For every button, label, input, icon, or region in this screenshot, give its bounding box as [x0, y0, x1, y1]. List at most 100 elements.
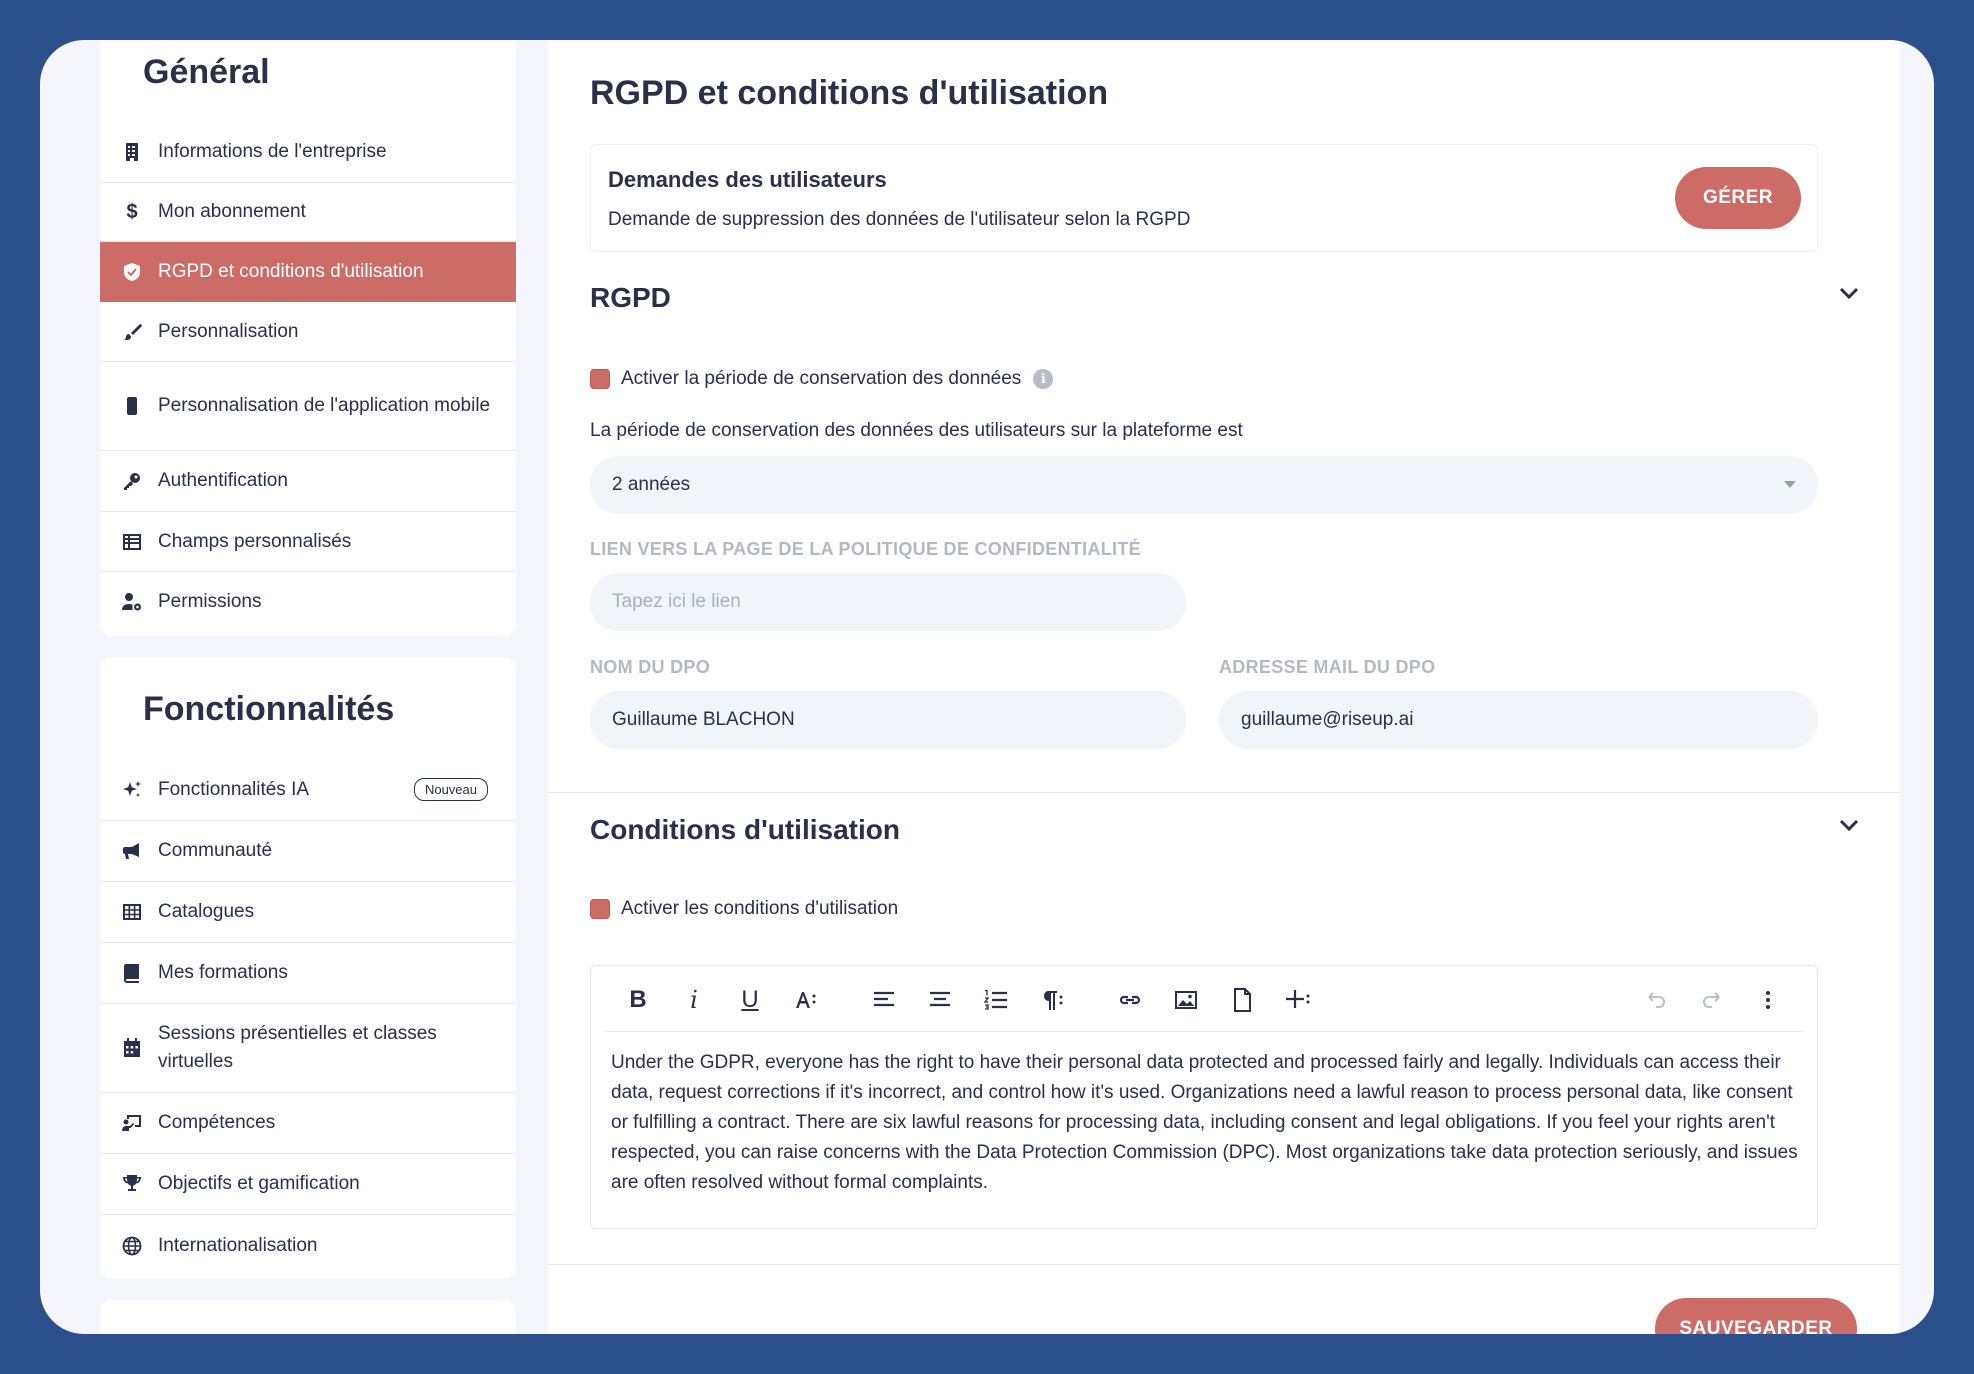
sidebar-item-gdpr[interactable]: RGPD et conditions d'utilisation — [100, 242, 516, 302]
globe-icon — [120, 1234, 144, 1258]
section-divider — [548, 792, 1900, 793]
sidebar-item-label: Objectifs et gamification — [158, 1173, 360, 1194]
sidebar-item-skills[interactable]: Compétences — [100, 1093, 516, 1154]
sidebar-item-catalogs[interactable]: Catalogues — [100, 882, 516, 943]
retention-period-value: 2 années — [612, 474, 691, 495]
sidebar-item-company-info[interactable]: Informations de l'entreprise — [100, 122, 516, 183]
undo-icon[interactable] — [1639, 983, 1673, 1017]
mobile-icon — [120, 394, 144, 418]
sidebar-item-label: Fonctionnalités IA — [158, 778, 310, 800]
retention-checkbox[interactable] — [590, 369, 610, 389]
new-badge: Nouveau — [413, 778, 488, 801]
sparkles-icon — [120, 778, 144, 802]
image-icon[interactable] — [1169, 983, 1203, 1017]
sidebar-item-subscription[interactable]: $ Mon abonnement — [100, 183, 516, 242]
sidebar-general-title: Général — [143, 53, 270, 91]
retention-period-select[interactable]: 2 années — [590, 456, 1818, 514]
sidebar-general-card: Général Informations de l'entreprise $ M… — [100, 40, 516, 636]
megaphone-icon — [120, 839, 144, 863]
font-size-icon[interactable] — [789, 983, 823, 1017]
sidebar-item-authentication[interactable]: Authentification — [100, 451, 516, 512]
sidebar-item-my-trainings[interactable]: Mes formations — [100, 943, 516, 1004]
caret-down-icon — [1784, 481, 1796, 488]
user-gear-icon — [120, 590, 144, 614]
align-left-icon[interactable] — [867, 983, 901, 1017]
rgpd-section-title: RGPD — [590, 282, 671, 313]
editor-toolbar: B i U — [605, 966, 1803, 1032]
sidebar-item-ai-features[interactable]: Fonctionnalités IA Nouveau — [100, 759, 516, 821]
link-icon[interactable] — [1113, 983, 1147, 1017]
save-button[interactable]: SAUVEGARDER — [1655, 1298, 1857, 1334]
sidebar-item-goals-gamification[interactable]: Objectifs et gamification — [100, 1154, 516, 1215]
sidebar-item-community[interactable]: Communauté — [100, 821, 516, 882]
dpo-name-value: Guillaume BLACHON — [612, 709, 795, 730]
policy-link-placeholder: Tapez ici le lien — [612, 591, 741, 612]
sidebar-item-permissions[interactable]: Permissions — [100, 572, 516, 632]
user-requests-description: Demande de suppression des données de l'… — [608, 209, 1191, 230]
shield-icon — [120, 260, 144, 284]
info-icon[interactable]: i — [1033, 369, 1054, 389]
sidebar-features-card: Fonctionnalités Fonctionnalités IA Nouve… — [100, 657, 516, 1279]
underline-button[interactable]: U — [733, 983, 767, 1017]
italic-button[interactable]: i — [677, 983, 711, 1017]
dpo-email-input[interactable]: guillaume@riseup.ai — [1219, 691, 1818, 749]
sidebar-item-sessions[interactable]: Sessions présentielles et classes virtue… — [100, 1004, 516, 1093]
terms-checkbox-label: Activer les conditions d'utilisation — [621, 898, 899, 919]
sidebar-item-label: Mes formations — [158, 962, 288, 983]
trophy-icon — [120, 1172, 144, 1196]
ordered-list-icon[interactable] — [979, 983, 1013, 1017]
sidebar-item-label: Informations de l'entreprise — [158, 141, 387, 162]
file-icon[interactable] — [1225, 983, 1259, 1017]
bold-button[interactable]: B — [621, 983, 655, 1017]
sidebar-item-label: Catalogues — [158, 901, 255, 922]
manage-button[interactable]: GÉRER — [1675, 167, 1801, 229]
sidebar-item-label: Permissions — [158, 591, 262, 612]
dpo-name-input[interactable]: Guillaume BLACHON — [590, 691, 1186, 749]
brush-icon — [120, 320, 144, 344]
terms-content[interactable]: Under the GDPR, everyone has the right t… — [611, 1048, 1801, 1198]
user-requests-card: Demandes des utilisateurs Demande de sup… — [590, 144, 1818, 252]
terms-rich-text-editor: B i U Under the GDPR, everyone has the r… — [590, 965, 1818, 1229]
more-options-icon[interactable] — [1751, 983, 1785, 1017]
align-center-icon[interactable] — [923, 983, 957, 1017]
key-icon — [120, 469, 144, 493]
redo-icon[interactable] — [1695, 983, 1729, 1017]
sidebar-item-label: Champs personnalisés — [158, 530, 352, 552]
policy-link-label: LIEN VERS LA PAGE DE LA POLITIQUE DE CON… — [590, 539, 1141, 559]
sidebar-item-label: Sessions présentielles et classes virtue… — [158, 1023, 437, 1072]
sidebar-item-mobile-app[interactable]: Personnalisation de l'application mobile — [100, 362, 516, 451]
terms-checkbox[interactable] — [590, 899, 610, 919]
insert-more-icon[interactable] — [1281, 983, 1315, 1017]
dollar-icon: $ — [126, 200, 138, 223]
policy-link-input[interactable]: Tapez ici le lien — [590, 573, 1186, 631]
sidebar-features-title: Fonctionnalités — [143, 690, 395, 728]
terms-section-title: Conditions d'utilisation — [590, 814, 900, 845]
sidebar-item-personalization[interactable]: Personnalisation — [100, 302, 516, 362]
main-panel: RGPD et conditions d'utilisation Demande… — [548, 40, 1900, 1334]
terms-checkbox-row: Activer les conditions d'utilisation — [590, 898, 898, 920]
table-list-icon — [120, 530, 144, 554]
grid-icon — [120, 900, 144, 924]
sidebar-item-label: Internationalisation — [158, 1234, 318, 1256]
footer-divider — [548, 1264, 1900, 1265]
terms-collapse-chevron-icon[interactable] — [1838, 814, 1860, 836]
sidebar-item-internationalization[interactable]: Internationalisation — [100, 1215, 516, 1276]
chalkboard-user-icon — [120, 1111, 144, 1135]
dpo-name-label: NOM DU DPO — [590, 657, 710, 677]
sidebar-next-card — [100, 1300, 516, 1334]
retention-checkbox-row: Activer la période de conservation des d… — [590, 368, 1054, 390]
settings-window: Général Informations de l'entreprise $ M… — [40, 40, 1934, 1334]
sidebar-item-label: Personnalisation de l'application mobile — [158, 395, 491, 416]
book-icon — [120, 961, 144, 985]
sidebar-item-custom-fields[interactable]: Champs personnalisés — [100, 512, 516, 572]
calendar-icon — [120, 1036, 144, 1060]
page-title: RGPD et conditions d'utilisation — [590, 74, 1109, 112]
retention-checkbox-label: Activer la période de conservation des d… — [621, 368, 1022, 389]
rgpd-collapse-chevron-icon[interactable] — [1838, 282, 1860, 304]
sidebar-item-label: Mon abonnement — [158, 201, 306, 222]
paragraph-format-icon[interactable] — [1035, 983, 1069, 1017]
sidebar-item-label: Authentification — [158, 470, 288, 491]
sidebar-item-label: Personnalisation — [158, 320, 299, 342]
retention-description: La période de conservation des données d… — [590, 420, 1243, 441]
sidebar-item-label: Communauté — [158, 840, 273, 861]
